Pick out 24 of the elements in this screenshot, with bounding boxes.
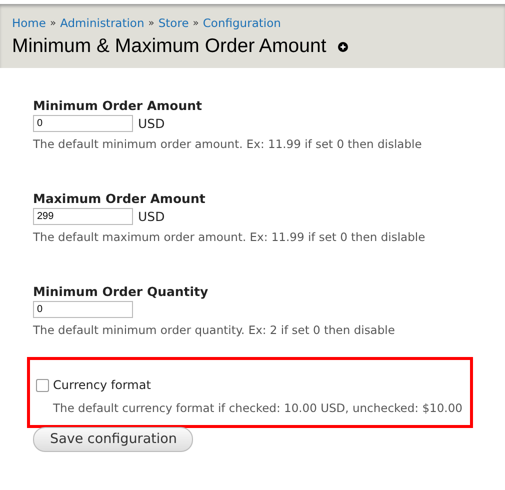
field-description: The default minimum order quantity. Ex: 2 if set 0 then disable: [33, 323, 396, 337]
field-description: The default currency format if checked: 10.00 USD, unchecked: $10.00: [53, 401, 464, 415]
field-label: Minimum Order Quantity: [33, 284, 210, 299]
breadcrumb-link[interactable]: Administration: [60, 16, 144, 30]
field-label: Maximum Order Amount: [33, 191, 206, 206]
field-description: The default minimum order amount. Ex: 11.99 if set 0 then dislable: [33, 137, 423, 151]
breadcrumb-link[interactable]: Configuration: [202, 16, 281, 30]
field-label: Minimum Order Amount: [33, 98, 204, 113]
currency-suffix: USD: [138, 209, 165, 224]
currency-suffix: USD: [138, 116, 165, 131]
field-description: The default maximum order amount. Ex: 11.99 if set 0 then dislable: [33, 230, 426, 244]
breadcrumb-link[interactable]: Store: [158, 16, 189, 30]
breadcrumb-separator: »: [192, 18, 199, 28]
page-title: Minimum & Maximum Order Amount: [12, 35, 326, 58]
breadcrumb-separator: »: [148, 18, 154, 28]
checkbox[interactable]: [36, 378, 49, 392]
input-field[interactable]: 0: [33, 301, 133, 318]
checkbox-label: Currency format: [53, 378, 151, 392]
input-field[interactable]: 299: [33, 208, 133, 225]
save-button[interactable]: Save configuration: [33, 426, 193, 452]
input-field[interactable]: 0: [33, 115, 133, 132]
add-shortcut-icon[interactable]: [338, 42, 348, 52]
breadcrumb-separator: »: [50, 18, 56, 28]
breadcrumb-link[interactable]: Home: [12, 16, 46, 30]
